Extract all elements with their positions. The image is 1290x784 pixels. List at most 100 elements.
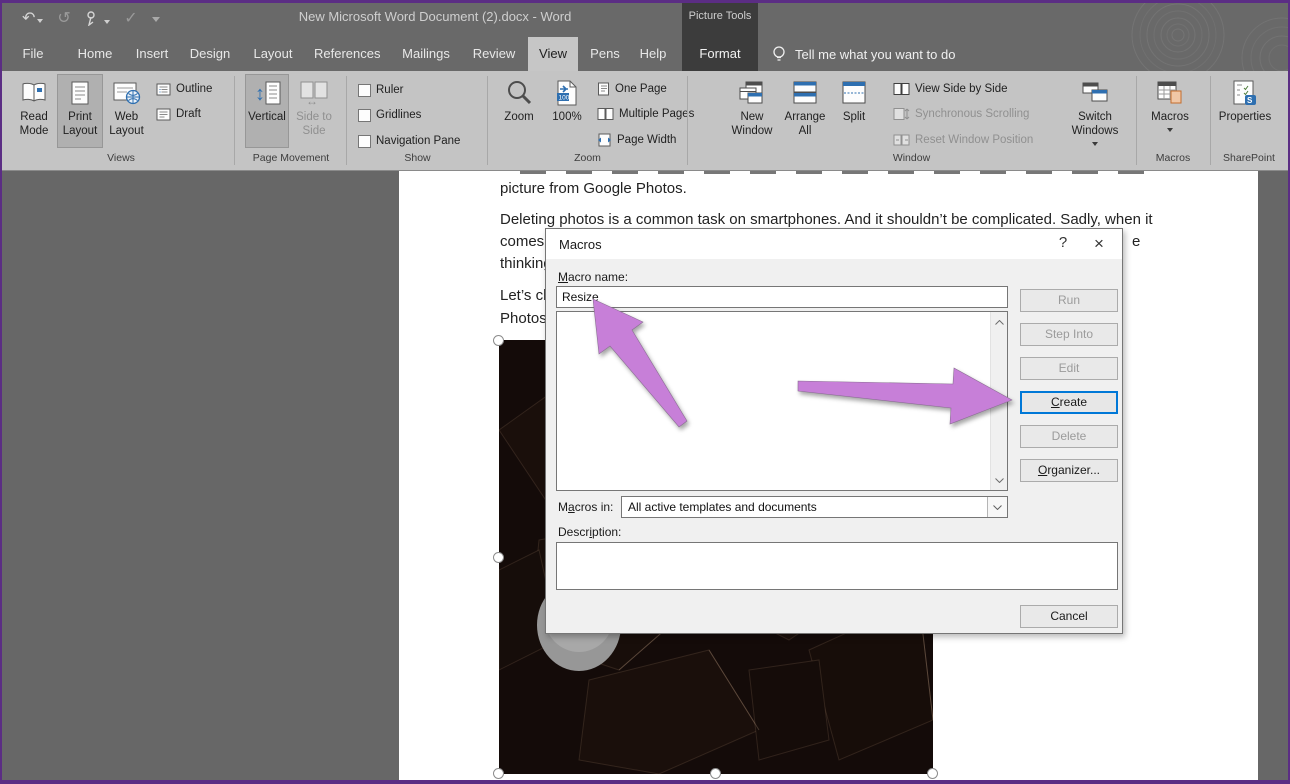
frame-border-top — [0, 0, 1290, 3]
zoom-100-button[interactable]: 100 100% — [546, 75, 588, 147]
quick-access-toolbar: ↶ ↺ ✓ — [22, 6, 160, 32]
read-mode-icon — [20, 75, 48, 111]
dialog-title: Macros — [559, 237, 602, 252]
checkbox-icon — [358, 84, 371, 97]
navigation-pane-checkbox[interactable]: Navigation Pane — [358, 131, 460, 151]
page-width-icon — [597, 133, 612, 147]
tab-layout[interactable]: Layout — [248, 37, 298, 71]
create-button[interactable]: Create — [1020, 391, 1118, 414]
side-to-side-icon: ↔ — [299, 75, 329, 111]
view-side-by-side-button[interactable]: View Side by Side — [893, 79, 1007, 99]
group-caption-zoom: Zoom — [489, 152, 686, 164]
group-caption-page-movement: Page Movement — [236, 152, 346, 164]
delete-button[interactable]: Delete — [1020, 425, 1118, 448]
scroll-down-icon[interactable] — [991, 472, 1007, 488]
multiple-pages-button[interactable]: Multiple Pages — [597, 104, 694, 124]
doc-text-line: comes — [500, 233, 544, 250]
selection-handle-bottom-right[interactable] — [927, 768, 938, 779]
close-icon[interactable]: × — [1084, 234, 1114, 254]
zoom-button[interactable]: Zoom — [497, 75, 541, 147]
web-layout-button[interactable]: Web Layout — [103, 75, 150, 147]
description-label: Description: — [558, 525, 621, 539]
tab-references[interactable]: References — [314, 37, 380, 71]
selection-handle-middle-left[interactable] — [493, 552, 504, 563]
doc-text-line: Photos — [500, 310, 547, 327]
reset-window-position-icon — [893, 133, 910, 147]
properties-button[interactable]: S Properties — [1216, 75, 1274, 147]
scroll-up-icon[interactable] — [991, 314, 1007, 330]
macro-list[interactable] — [556, 311, 1008, 491]
tell-me-box[interactable]: Tell me what you want to do — [772, 37, 955, 71]
synchronous-scrolling-button[interactable]: Synchronous Scrolling — [893, 104, 1029, 124]
tab-file[interactable]: File — [14, 37, 52, 71]
vertical-button[interactable]: ↕ Vertical — [246, 75, 288, 147]
tab-design[interactable]: Design — [186, 37, 234, 71]
tab-help[interactable]: Help — [632, 37, 674, 71]
zoom-100-icon: 100 — [554, 75, 580, 111]
page-width-button[interactable]: Page Width — [597, 130, 676, 150]
cancel-button[interactable]: Cancel — [1020, 605, 1118, 628]
redo-icon[interactable]: ↺ — [57, 11, 70, 27]
chevron-down-icon[interactable] — [987, 497, 1007, 517]
arrange-all-button[interactable]: Arrange All — [779, 75, 831, 147]
undo-icon[interactable]: ↶ — [22, 11, 43, 27]
gridlines-checkbox[interactable]: Gridlines — [358, 105, 421, 125]
side-to-side-button[interactable]: ↔ Side to Side — [290, 75, 338, 147]
tab-review[interactable]: Review — [468, 37, 520, 71]
new-window-button[interactable]: New Window — [727, 75, 777, 147]
macro-name-input[interactable]: Resize — [556, 286, 1008, 308]
tree-rings-decoration — [1090, 0, 1288, 71]
frame-border-left — [0, 0, 2, 784]
selection-handle-bottom-center[interactable] — [710, 768, 721, 779]
view-side-by-side-icon — [893, 82, 910, 96]
tab-mailings[interactable]: Mailings — [398, 37, 454, 71]
arrange-all-icon — [792, 75, 818, 111]
web-layout-icon — [113, 75, 141, 111]
outline-button[interactable]: Outline — [156, 79, 212, 99]
picture-tools-label: Picture Tools — [682, 10, 758, 22]
switch-windows-button[interactable]: Switch Windows — [1063, 75, 1127, 147]
dialog-title-bar[interactable]: Macros ? × — [546, 229, 1122, 259]
macros-in-dropdown[interactable]: All active templates and documents — [621, 496, 1008, 518]
chevron-down-icon — [1167, 128, 1173, 132]
selection-handle-bottom-left[interactable] — [493, 768, 504, 779]
macros-dialog: Macros ? × Macro name: Resize Run Step I… — [545, 228, 1123, 634]
print-layout-button[interactable]: Print Layout — [58, 75, 102, 147]
touch-mode-icon[interactable] — [85, 11, 110, 28]
tab-view[interactable]: View — [528, 37, 578, 71]
doc-text-line: picture from Google Photos. — [500, 180, 687, 197]
tab-format[interactable]: Format — [682, 37, 758, 71]
tab-pens[interactable]: Pens — [584, 37, 626, 71]
svg-text:S: S — [1247, 96, 1253, 105]
selection-handle-top-left[interactable] — [493, 335, 504, 346]
svg-text:↔: ↔ — [306, 94, 318, 106]
draft-button[interactable]: Draft — [156, 104, 201, 124]
title-bar: ↶ ↺ ✓ New Microsoft Word Document (2).do… — [0, 0, 1290, 37]
help-icon[interactable]: ? — [1048, 234, 1078, 254]
run-button[interactable]: Run — [1020, 289, 1118, 312]
macro-list-scrollbar[interactable] — [990, 312, 1007, 490]
reset-window-position-button[interactable]: Reset Window Position — [893, 130, 1033, 150]
switch-windows-icon — [1080, 75, 1110, 111]
ruler-checkbox[interactable]: Ruler — [358, 80, 403, 100]
organizer-button[interactable]: Organizer... — [1020, 459, 1118, 482]
macros-in-label: Macros in: — [558, 500, 613, 514]
chevron-down-icon — [1092, 142, 1098, 146]
ribbon: Read Mode Print Layout Web Layout Outlin… — [0, 71, 1290, 171]
macros-in-value: All active templates and documents — [628, 500, 817, 514]
step-into-button[interactable]: Step Into — [1020, 323, 1118, 346]
checkbox-icon — [358, 109, 371, 122]
read-mode-button[interactable]: Read Mode — [12, 75, 56, 147]
group-caption-sharepoint: SharePoint — [1212, 152, 1286, 164]
zoom-icon — [505, 75, 533, 111]
description-input[interactable] — [556, 542, 1118, 590]
split-button[interactable]: Split — [834, 75, 874, 147]
one-page-icon — [597, 82, 610, 96]
edit-button[interactable]: Edit — [1020, 357, 1118, 380]
tab-home[interactable]: Home — [72, 37, 118, 71]
macros-button[interactable]: Macros — [1143, 75, 1197, 147]
qat-customize-icon[interactable] — [152, 17, 160, 22]
tab-insert[interactable]: Insert — [130, 37, 174, 71]
checkbox-icon — [358, 135, 371, 148]
one-page-button[interactable]: One Page — [597, 79, 667, 99]
